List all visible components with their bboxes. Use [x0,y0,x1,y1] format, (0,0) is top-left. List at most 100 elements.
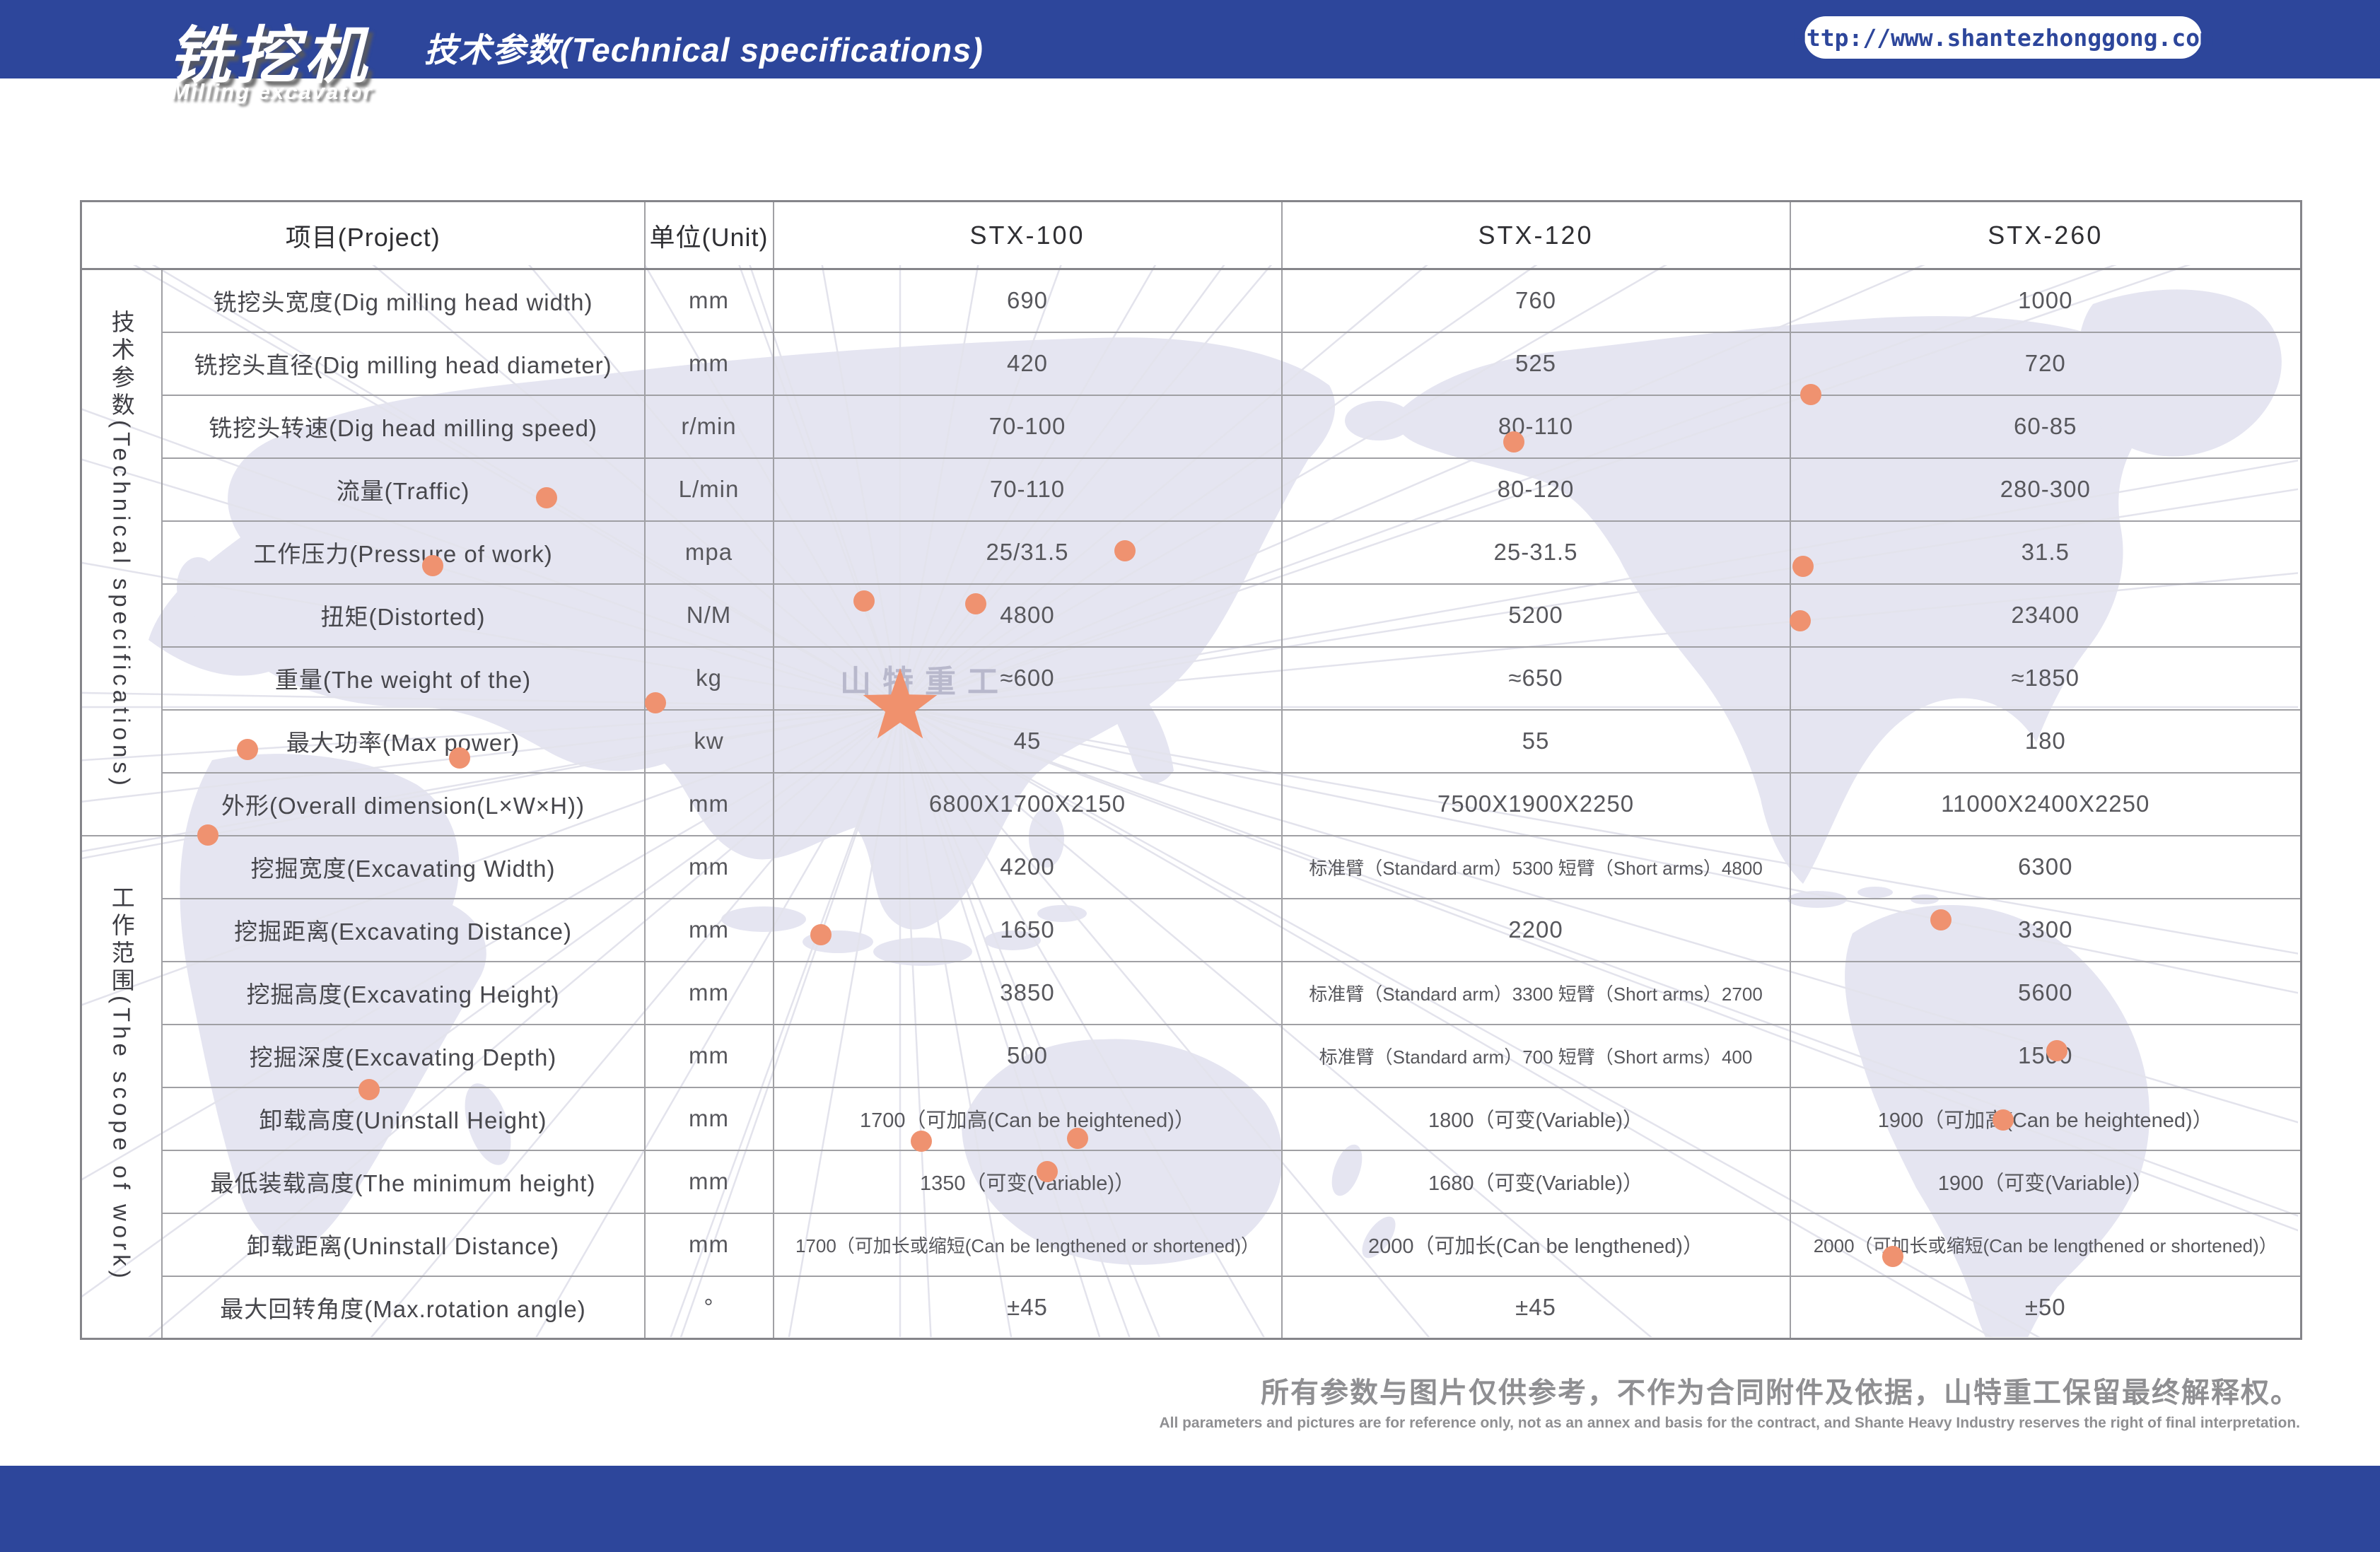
table-row: 卸载距离(Uninstall Distance) mm 1700（可加长或缩短(… [81,1213,2302,1276]
spec-value: 80-110 [1282,395,1790,458]
spec-name: 铣挖头转速(Dig head milling speed) [162,395,645,458]
spec-name: 扭矩(Distorted) [162,584,645,647]
spec-value: 5600 [1790,962,2302,1025]
spec-value: 6300 [1790,836,2302,899]
spec-sheet-page: 铣挖机 Milling excavator 技术参数(Technical spe… [0,0,2380,1552]
spec-unit: mpa [645,521,774,584]
table-row: 挖掘高度(Excavating Height) mm 3850 标准臂（Stan… [81,962,2302,1025]
spec-name: 卸载距离(Uninstall Distance) [162,1213,645,1276]
table-row: 挖掘距离(Excavating Distance) mm 1650 2200 3… [81,899,2302,962]
spec-value: ±45 [774,1276,1282,1339]
spec-value: 5200 [1282,584,1790,647]
table-header-row: 项目(Project) 单位(Unit) STX-100 STX-120 STX… [81,202,2302,269]
spec-value: 525 [1282,332,1790,395]
spec-unit: kw [645,710,774,773]
spec-value: 280-300 [1790,458,2302,521]
table-row: 工作压力(Pressure of work) mpa 25/31.5 25-31… [81,521,2302,584]
spec-value: ≈650 [1282,647,1790,710]
website-url: Http://www.shantezhonggong.com [1792,24,2214,52]
spec-unit: N/M [645,584,774,647]
spec-name: 最低装载高度(The minimum height) [162,1150,645,1213]
table-row: 最低装载高度(The minimum height) mm 1350（可变(Va… [81,1150,2302,1213]
table-row: 流量(Traffic) L/min 70-110 80-120 280-300 [81,458,2302,521]
spec-value: 1700（可加高(Can be heightened)） [774,1087,1282,1150]
spec-name: 最大回转角度(Max.rotation angle) [162,1276,645,1339]
spec-value: 180 [1790,710,2302,773]
spec-value: 标准臂（Standard arm）3300 短臂（Short arms）2700 [1282,962,1790,1025]
table-row: 技术参数(Technical specifications) 铣挖头宽度(Dig… [81,269,2302,332]
spec-value: 3300 [1790,899,2302,962]
spec-unit: mm [645,332,774,395]
spec-value: 23400 [1790,584,2302,647]
spec-value: 1900（可变(Variable)） [1790,1150,2302,1213]
spec-name: 卸载高度(Uninstall Height) [162,1087,645,1150]
spec-unit: mm [645,962,774,1025]
spec-value: 2000（可加长或缩短(Can be lengthened or shorten… [1790,1213,2302,1276]
spec-value: 1800（可变(Variable)） [1282,1087,1790,1150]
spec-value: 1900（可加高(Can be heightened)） [1790,1087,2302,1150]
spec-value: 标准臂（Standard arm）5300 短臂（Short arms）4800 [1282,836,1790,899]
spec-unit: L/min [645,458,774,521]
page-title: 技术参数(Technical specifications) [424,23,984,71]
spec-value: 500 [774,1025,1282,1087]
website-url-pill[interactable]: Http://www.shantezhonggong.com [1804,16,2202,59]
spec-value: 55 [1282,710,1790,773]
table-row: 卸载高度(Uninstall Height) mm 1700（可加高(Can b… [81,1087,2302,1150]
spec-value: ≈1850 [1790,647,2302,710]
spec-value: 1650 [774,899,1282,962]
spec-value: 1700（可加长或缩短(Can be lengthened or shorten… [774,1213,1282,1276]
section-label-scope: 工作范围(The scope of work) [81,836,162,1339]
spec-name: 最大功率(Max power) [162,710,645,773]
spec-unit: mm [645,899,774,962]
spec-value: 7500X1900X2250 [1282,773,1790,836]
spec-name: 铣挖头宽度(Dig milling head width) [162,269,645,332]
spec-unit: kg [645,647,774,710]
spec-value: 4800 [774,584,1282,647]
spec-unit: mm [645,773,774,836]
table-row: 扭矩(Distorted) N/M 4800 5200 23400 [81,584,2302,647]
spec-value: 60-85 [1790,395,2302,458]
spec-unit: mm [645,269,774,332]
spec-value: 1000 [1790,269,2302,332]
spec-value: 760 [1282,269,1790,332]
spec-name: 铣挖头直径(Dig milling head diameter) [162,332,645,395]
spec-value: 45 [774,710,1282,773]
spec-value: ±45 [1282,1276,1790,1339]
spec-name: 挖掘高度(Excavating Height) [162,962,645,1025]
spec-value: 420 [774,332,1282,395]
spec-value: 80-120 [1282,458,1790,521]
spec-value: 25-31.5 [1282,521,1790,584]
spec-unit: mm [645,1150,774,1213]
spec-value: 11000X2400X2250 [1790,773,2302,836]
spec-value: 2000（可加长(Can be lengthened)） [1282,1213,1790,1276]
footer-bar [0,1466,2380,1552]
spec-unit: mm [645,1087,774,1150]
table-row: 最大功率(Max power) kw 45 55 180 [81,710,2302,773]
col-header-stx100: STX-100 [774,202,1282,269]
spec-value: 690 [774,269,1282,332]
spec-value: 1350（可变(Variable)） [774,1150,1282,1213]
spec-name: 工作压力(Pressure of work) [162,521,645,584]
disclaimer-cn: 所有参数与图片仅供参考，不作为合同附件及依据，山特重工保留最终解释权。 [1131,1375,2300,1411]
spec-unit: mm [645,836,774,899]
table-row: 重量(The weight of the) kg ≈600 ≈650 ≈1850 [81,647,2302,710]
spec-value: 4200 [774,836,1282,899]
table-row: 铣挖头转速(Dig head milling speed) r/min 70-1… [81,395,2302,458]
table-row: 外形(Overall dimension(L×W×H)) mm 6800X170… [81,773,2302,836]
spec-value: 31.5 [1790,521,2302,584]
spec-value: ≈600 [774,647,1282,710]
spec-value: 6800X1700X2150 [774,773,1282,836]
spec-value: 25/31.5 [774,521,1282,584]
col-header-stx260: STX-260 [1790,202,2302,269]
table-row: 工作范围(The scope of work) 挖掘宽度(Excavating … [81,836,2302,899]
spec-name: 挖掘宽度(Excavating Width) [162,836,645,899]
spec-name: 挖掘距离(Excavating Distance) [162,899,645,962]
table-row: 铣挖头直径(Dig milling head diameter) mm 420 … [81,332,2302,395]
spec-name: 外形(Overall dimension(L×W×H)) [162,773,645,836]
col-header-stx120: STX-120 [1282,202,1790,269]
table-row: 挖掘深度(Excavating Depth) mm 500 标准臂（Standa… [81,1025,2302,1087]
spec-name: 流量(Traffic) [162,458,645,521]
spec-value: 720 [1790,332,2302,395]
disclaimer: 所有参数与图片仅供参考，不作为合同附件及依据，山特重工保留最终解释权。 All … [1131,1375,2300,1435]
section-label-technical: 技术参数(Technical specifications) [81,269,162,836]
